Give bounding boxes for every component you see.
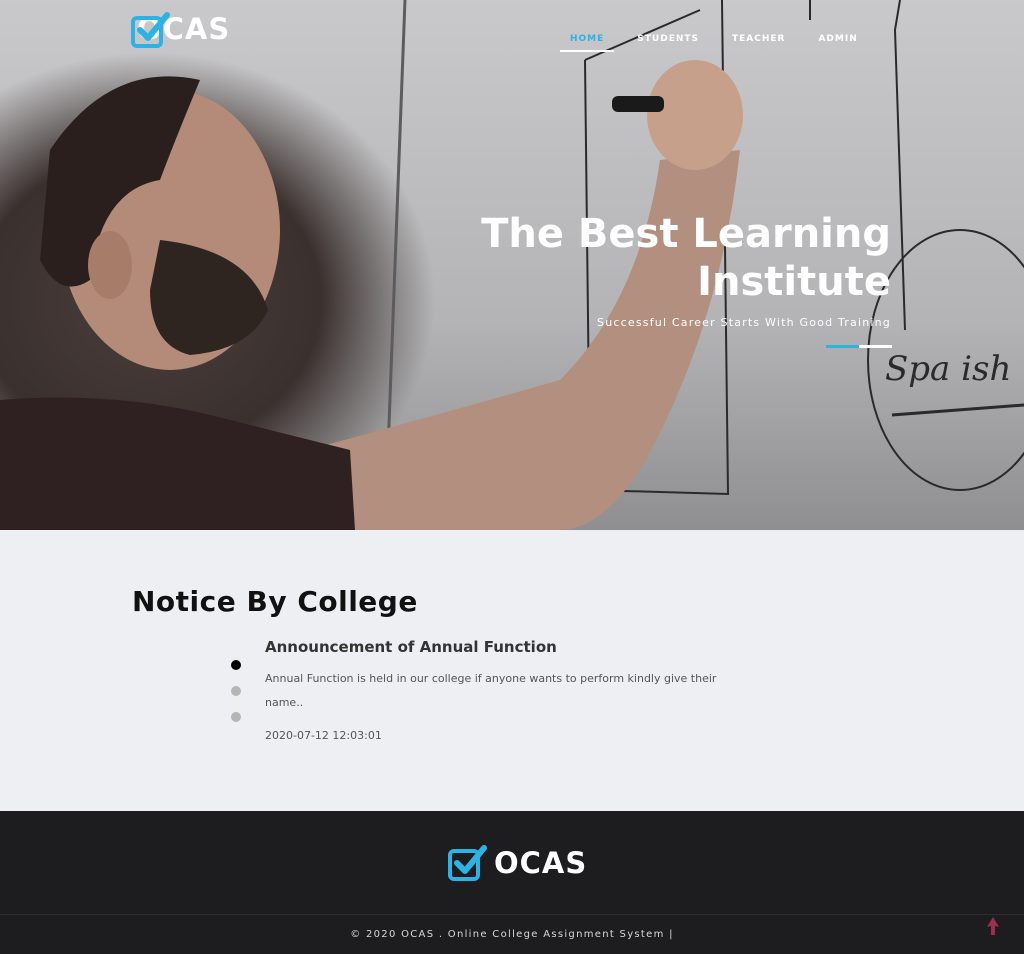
hero-divider-white [859,345,892,348]
notice-date: 2020-07-12 12:03:01 [265,729,382,742]
footer-logo-text: OCAS [494,846,588,880]
check-box-icon [448,845,487,881]
hero-subtitle: Successful Career Starts With Good Train… [597,316,891,329]
hero-banner: Spa ish OCAS HOME STUDENTS TEACHER ADMIN… [0,0,1024,530]
arrow-up-icon[interactable] [986,916,1000,936]
nav-teacher[interactable]: TEACHER [722,32,795,52]
slider-dot-1[interactable] [231,660,241,670]
footer-logo[interactable]: OCAS [448,845,587,881]
check-box-icon [131,12,170,48]
main-nav: HOME STUDENTS TEACHER ADMIN [560,32,881,52]
footer-divider [0,914,1024,915]
footer: OCAS © 2020 OCAS . Online College Assign… [0,811,1024,954]
notice-heading: Notice By College [132,585,418,618]
hero-divider-accent [826,345,859,348]
board-scribble: Spa ish [885,349,1011,389]
notice-body: Annual Function is held in our college i… [265,672,717,709]
nav-home[interactable]: HOME [560,32,615,52]
notice-title: Announcement of Annual Function [265,638,557,656]
slider-dot-3[interactable] [231,712,241,722]
hero-title: The Best Learning Institute [481,211,891,305]
nav-students[interactable]: STUDENTS [627,32,709,52]
copyright-text: © 2020 OCAS . Online College Assignment … [350,929,674,940]
slider-dots [231,660,241,738]
slider-dot-2[interactable] [231,686,241,696]
hero-divider [826,345,892,348]
header-logo[interactable]: OCAS [131,12,230,48]
nav-admin[interactable]: ADMIN [808,32,867,52]
